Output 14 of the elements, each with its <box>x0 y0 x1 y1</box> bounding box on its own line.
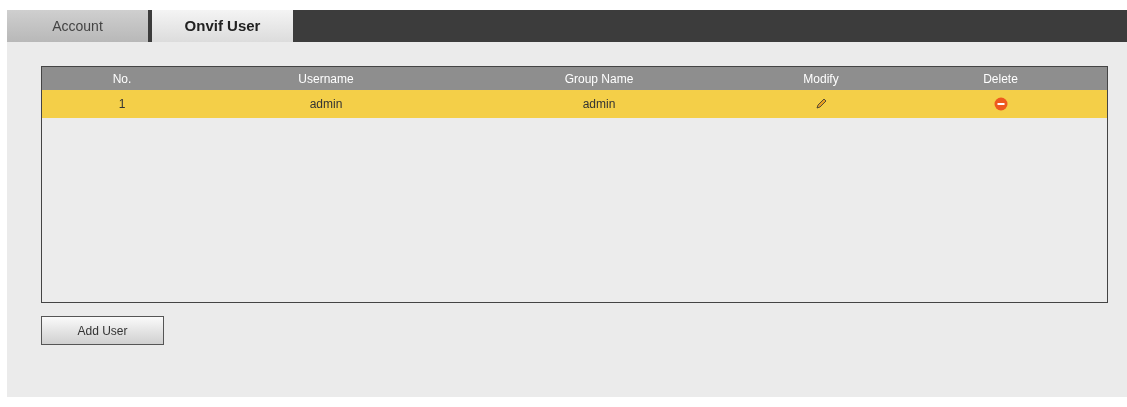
table-cell-text: 1 <box>118 96 126 113</box>
column-header: Delete <box>983 70 1018 88</box>
column-header: Modify <box>803 70 839 88</box>
column-header: Group Name <box>564 70 634 88</box>
table-cell-text: admin <box>309 96 343 113</box>
delete-icon[interactable] <box>993 97 1008 111</box>
pencil-icon[interactable] <box>814 97 828 111</box>
tab[interactable]: Onvif User <box>152 10 293 42</box>
table-cell-text: admin <box>582 96 616 113</box>
tab[interactable]: Account <box>7 10 148 42</box>
column-header: Username <box>298 70 354 88</box>
add-user-button[interactable]: Add User <box>41 316 164 345</box>
column-header: No. <box>112 70 132 88</box>
table-row[interactable]: 1 admin admin <box>42 90 1107 118</box>
